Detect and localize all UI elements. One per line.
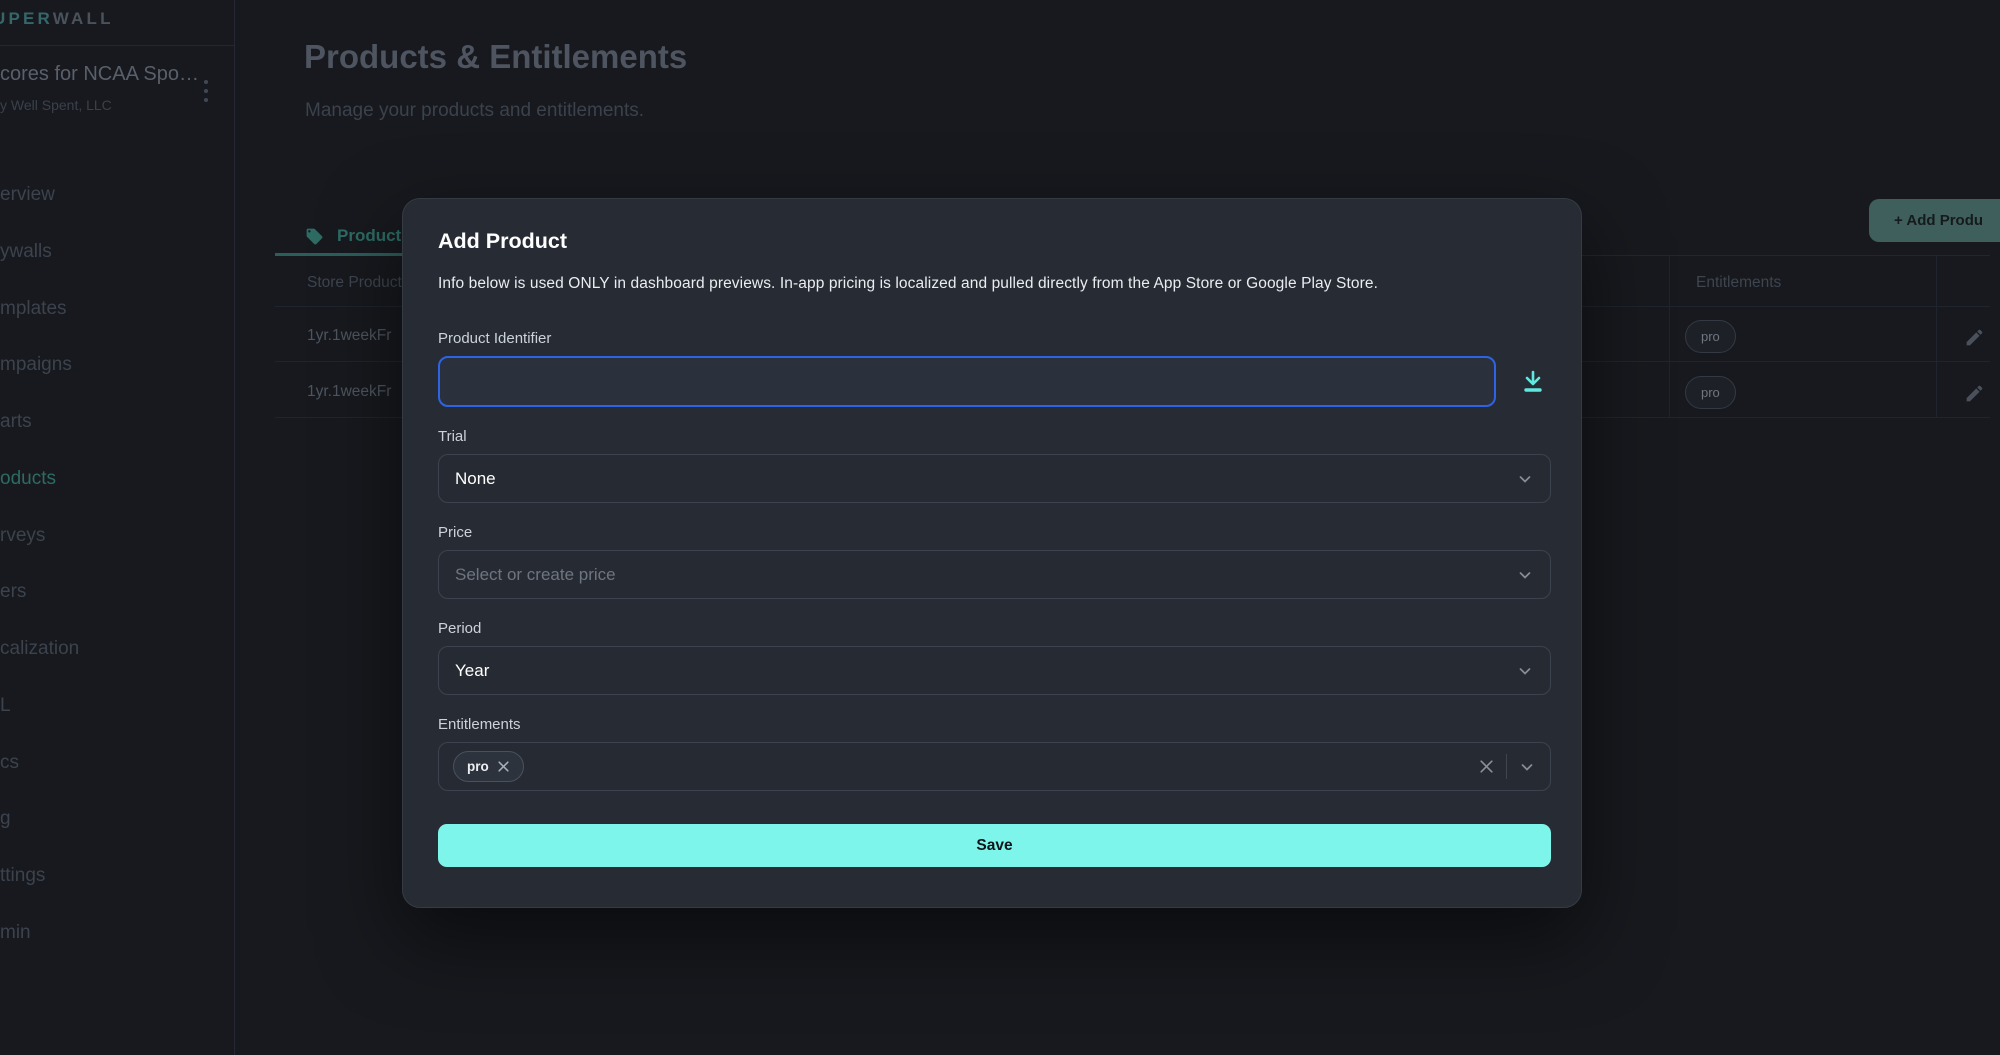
sidebar-item-settings[interactable]: ttings: [0, 863, 45, 889]
period-label: Period: [438, 620, 1551, 637]
sidebar-item-admin[interactable]: min: [0, 920, 31, 946]
entitlement-badge: pro: [1685, 376, 1736, 409]
sidebar-item-charts[interactable]: arts: [0, 409, 32, 435]
tag-icon: [305, 227, 324, 246]
price-label: Price: [438, 524, 1551, 541]
page-subtitle: Manage your products and entitlements.: [305, 100, 644, 122]
entitlements-label: Entitlements: [438, 716, 1551, 733]
multiselect-divider: [1506, 754, 1507, 779]
sidebar-item-sql[interactable]: L: [0, 693, 11, 719]
app-switcher-name[interactable]: cores for NCAA Spo…: [0, 63, 200, 86]
period-selected-value: Year: [455, 661, 1516, 681]
tab-products-label: Products: [337, 226, 411, 246]
save-button[interactable]: Save: [438, 824, 1551, 867]
price-placeholder: Select or create price: [455, 565, 1516, 585]
sidebar-item-templates[interactable]: mplates: [0, 296, 67, 322]
chevron-down-icon: [1516, 662, 1534, 680]
table-row-product-id: 1yr.1weekFr: [307, 383, 391, 401]
table-header-entitlements: Entitlements: [1696, 274, 1781, 292]
sidebar: UPERWALL cores for NCAA Spo… y Well Spen…: [0, 0, 235, 1055]
product-identifier-input[interactable]: [438, 356, 1496, 407]
sidebar-topbar: UPERWALL: [0, 0, 234, 46]
table-row-product-id: 1yr.1weekFr: [307, 327, 391, 345]
trial-selected-value: None: [455, 469, 1516, 489]
entitlement-chip-label: pro: [467, 759, 489, 774]
clear-all-icon[interactable]: [1478, 758, 1495, 775]
table-column-divider: [1669, 256, 1670, 418]
period-select[interactable]: Year: [438, 646, 1551, 695]
sidebar-item-localization[interactable]: calization: [0, 636, 79, 662]
table-header-store-product: Store Product: [307, 274, 402, 292]
entitlement-chip: pro: [453, 751, 524, 782]
import-download-button[interactable]: [1514, 367, 1551, 397]
edit-row-icon[interactable]: [1964, 383, 1985, 409]
trial-label: Trial: [438, 428, 1551, 445]
sidebar-item-paywalls[interactable]: ywalls: [0, 239, 52, 265]
logo-text-teal: UPER: [0, 9, 53, 28]
app-switcher-company: y Well Spent, LLC: [0, 97, 112, 113]
edit-row-icon[interactable]: [1964, 327, 1985, 353]
add-product-modal: Add Product Info below is used ONLY in d…: [402, 198, 1582, 908]
download-icon: [1519, 367, 1547, 397]
superwall-logo: UPERWALL: [0, 9, 114, 29]
entitlements-multiselect[interactable]: pro: [438, 742, 1551, 791]
logo-text-gray: WALL: [53, 9, 114, 28]
price-select[interactable]: Select or create price: [438, 550, 1551, 599]
add-product-button[interactable]: + Add Produ: [1869, 199, 2000, 242]
table-column-divider: [1936, 256, 1937, 418]
sidebar-item-analytics[interactable]: cs: [0, 750, 19, 776]
sidebar-item-products[interactable]: oducts: [0, 466, 56, 492]
sidebar-item-users[interactable]: ers: [0, 579, 26, 605]
sidebar-item-log[interactable]: g: [0, 806, 11, 832]
entitlement-badge: pro: [1685, 320, 1736, 353]
chevron-down-icon[interactable]: [1518, 758, 1536, 776]
app-menu-kebab-icon[interactable]: [204, 80, 208, 102]
modal-title: Add Product: [438, 229, 1551, 254]
remove-chip-icon[interactable]: [497, 760, 510, 773]
tab-products[interactable]: Products: [275, 218, 411, 254]
sidebar-item-campaigns[interactable]: mpaigns: [0, 352, 72, 378]
page-title: Products & Entitlements: [304, 38, 687, 76]
chevron-down-icon: [1516, 470, 1534, 488]
trial-select[interactable]: None: [438, 454, 1551, 503]
product-identifier-label: Product Identifier: [438, 330, 1551, 347]
modal-description: Info below is used ONLY in dashboard pre…: [438, 275, 1551, 293]
chevron-down-icon: [1516, 566, 1534, 584]
sidebar-item-overview[interactable]: erview: [0, 182, 55, 208]
sidebar-item-surveys[interactable]: rveys: [0, 523, 45, 549]
